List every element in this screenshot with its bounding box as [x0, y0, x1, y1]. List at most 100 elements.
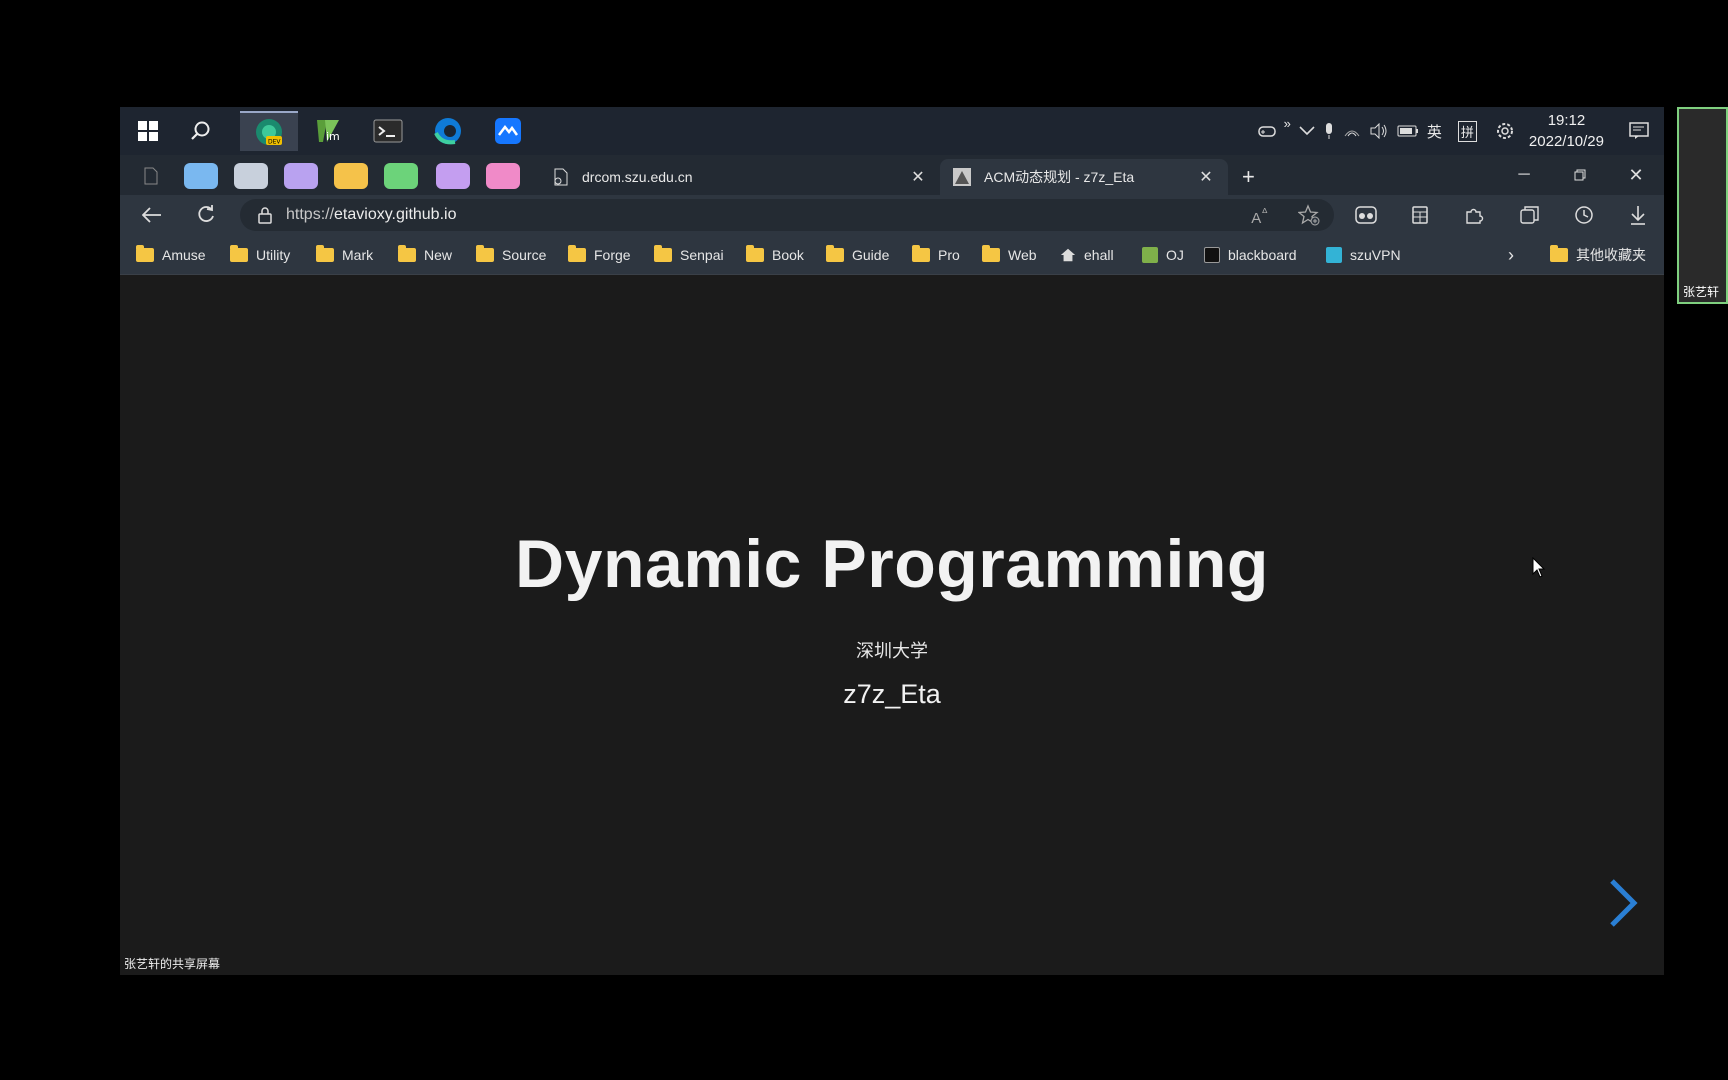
volume-icon[interactable]: [1365, 107, 1393, 155]
slide-subtitle: 深圳大学: [856, 641, 928, 661]
restore-icon[interactable]: [1552, 155, 1608, 195]
favorite-label: Book: [772, 247, 804, 263]
calculator-icon[interactable]: [1402, 199, 1438, 231]
mouse-cursor-icon: [1532, 557, 1546, 578]
other-favorites-folder[interactable]: 其他收藏夹: [1550, 235, 1646, 275]
tab-acm-dp[interactable]: ACM动态规划 - z7z_Eta ✕: [940, 159, 1228, 195]
feishu-icon[interactable]: [480, 111, 536, 151]
slide: Dynamic Programming 深圳大学 z7z_Eta: [120, 275, 1664, 975]
history-icon[interactable]: [1566, 199, 1602, 231]
lock-icon[interactable]: [258, 206, 272, 224]
participant-video-tile[interactable]: 张艺轩: [1677, 107, 1728, 304]
favorite-folder-amuse[interactable]: Amuse: [136, 235, 206, 275]
favorite-label: Amuse: [162, 247, 206, 263]
start-icon[interactable]: [120, 111, 176, 151]
close-tab-icon[interactable]: ✕: [1196, 167, 1216, 187]
tab-title: ACM动态规划 - z7z_Eta: [984, 169, 1135, 185]
gamepad-icon[interactable]: [1254, 107, 1280, 155]
slide-author: z7z_Eta: [843, 679, 941, 709]
favorite-folder-web[interactable]: Web: [982, 235, 1037, 275]
settings-gear-icon[interactable]: [1491, 107, 1519, 155]
favorite-folder-source[interactable]: Source: [476, 235, 546, 275]
tab-drcom[interactable]: drcom.szu.edu.cn ✕: [540, 159, 940, 195]
favorite-folder-utility[interactable]: Utility: [230, 235, 290, 275]
favorite-folder-book[interactable]: Book: [746, 235, 804, 275]
favorite-folder-forge[interactable]: Forge: [568, 235, 631, 275]
pinned-tab-sparkle-icon[interactable]: [284, 163, 318, 189]
favorite-folder-guide[interactable]: Guide: [826, 235, 889, 275]
navigation-bar: https://etavioxy.github.io Aᐞ: [120, 195, 1664, 235]
download-icon[interactable]: [1620, 199, 1656, 231]
favorite-folder-mark[interactable]: Mark: [316, 235, 373, 275]
favorite-label: blackboard: [1228, 247, 1297, 263]
vpn-icon: [1326, 247, 1342, 263]
tab-title: drcom.szu.edu.cn: [582, 169, 693, 185]
favorite-folder-senpai[interactable]: Senpai: [654, 235, 724, 275]
favorite-label: szuVPN: [1350, 247, 1401, 263]
reader-mask-icon[interactable]: [1348, 199, 1384, 231]
favorite-label: Senpai: [680, 247, 724, 263]
folder-icon: [476, 245, 494, 262]
system-clock[interactable]: 19:12 2022/10/29: [1519, 110, 1614, 152]
search-icon[interactable]: [172, 111, 228, 151]
folder-icon: [746, 245, 764, 262]
notification-icon[interactable]: [1614, 107, 1664, 155]
terminal-icon[interactable]: [360, 111, 416, 151]
read-aloud-icon[interactable]: Aᐞ: [1251, 205, 1268, 227]
ime-mode[interactable]: 拼: [1454, 107, 1481, 155]
collections-icon[interactable]: [1512, 199, 1548, 231]
clock-date: 2022/10/29: [1528, 133, 1604, 150]
close-tab-icon[interactable]: ✕: [908, 167, 928, 187]
favorite-label: Pro: [938, 247, 960, 263]
favorite-blackboard[interactable]: blackboard: [1204, 235, 1297, 275]
expand-chevrons-icon[interactable]: »: [1280, 107, 1295, 147]
edge-dev-icon[interactable]: DEV: [240, 111, 298, 151]
folder-icon: [826, 245, 844, 262]
battery-icon[interactable]: [1393, 107, 1423, 155]
add-favorite-icon[interactable]: [1297, 204, 1320, 231]
pinned-tab-notes-icon[interactable]: [334, 163, 368, 189]
favorite-ehall[interactable]: ehall: [1060, 235, 1114, 275]
favorite-folder-pro[interactable]: Pro: [912, 235, 960, 275]
favorites-overflow-chevron-icon[interactable]: ›: [1508, 235, 1514, 275]
new-tab-button[interactable]: +: [1230, 159, 1270, 195]
vim-icon[interactable]: im: [300, 111, 356, 151]
extensions-puzzle-icon[interactable]: [1456, 199, 1492, 231]
home-icon: [1060, 248, 1076, 262]
favorite-label: Forge: [594, 247, 631, 263]
favorite-oj[interactable]: OJ: [1142, 235, 1184, 275]
folder-icon: [982, 245, 1000, 262]
edge-icon[interactable]: [420, 111, 476, 151]
pinned-tab-map-icon[interactable]: [384, 163, 418, 189]
favorite-szuvpn[interactable]: szuVPN: [1326, 235, 1401, 275]
pinned-tab-picture-icon[interactable]: [436, 163, 470, 189]
back-arrow-icon[interactable]: [134, 199, 170, 231]
address-bar[interactable]: https://etavioxy.github.io Aᐞ: [240, 199, 1334, 231]
wifi-icon[interactable]: [1339, 107, 1365, 155]
favorite-label: Web: [1008, 247, 1037, 263]
ime-language[interactable]: 英: [1423, 107, 1446, 155]
pinned-tab-book-icon[interactable]: [234, 163, 268, 189]
favorite-label: Guide: [852, 247, 890, 263]
favorite-folder-new[interactable]: New: [398, 235, 452, 275]
folder-icon: [398, 245, 416, 262]
url-text[interactable]: https://etavioxy.github.io: [286, 206, 456, 224]
page-icon: [554, 168, 568, 186]
shared-screen: DEV im » 英 拼 19:12 2022/10/29 drcom.szu.…: [120, 107, 1664, 975]
favorites-bar: Amuse Utility Mark New Source Forge Senp…: [120, 235, 1664, 275]
favorite-label: OJ: [1166, 247, 1184, 263]
refresh-icon[interactable]: [188, 199, 224, 231]
pinned-tab-cloud-icon[interactable]: [184, 163, 218, 189]
favorite-label: New: [424, 247, 453, 263]
taskbar: DEV im » 英 拼 19:12 2022/10/29: [120, 107, 1664, 155]
pinned-tab-game-icon[interactable]: [486, 163, 520, 189]
minimize-icon[interactable]: ─: [1496, 155, 1552, 195]
close-window-icon[interactable]: ✕: [1608, 155, 1664, 195]
favorite-label: Source: [502, 247, 547, 263]
tab-actions-icon[interactable]: [134, 163, 168, 189]
folder-icon: [1550, 245, 1568, 262]
svg-text:im: im: [326, 130, 340, 143]
chevron-down-icon[interactable]: [1295, 107, 1319, 155]
next-slide-arrow-icon[interactable]: [1604, 877, 1640, 929]
microphone-icon[interactable]: [1319, 107, 1339, 155]
